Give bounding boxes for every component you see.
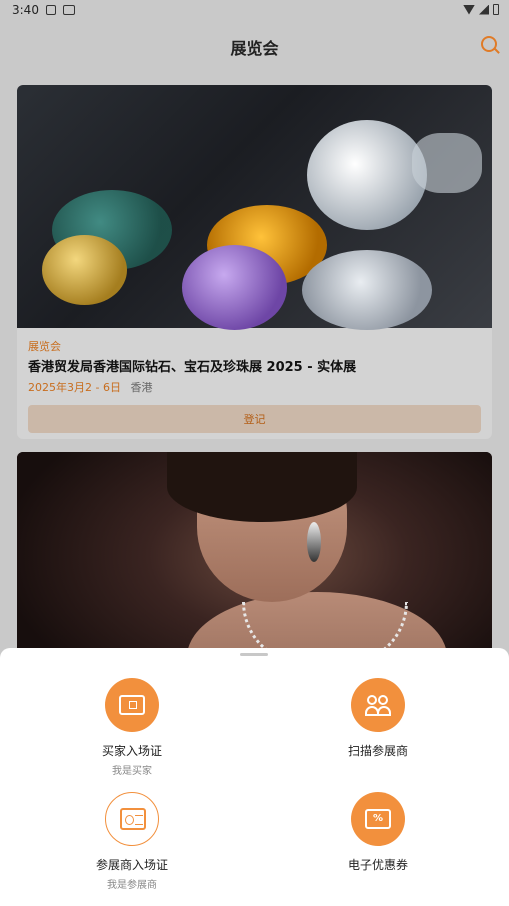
- gem-decoration: [182, 245, 287, 330]
- coupon-icon: %: [365, 809, 391, 829]
- notification-icon: [46, 5, 56, 15]
- action-label: 扫描参展商: [347, 744, 408, 758]
- gem-decoration: [42, 235, 127, 305]
- signal-icon: [479, 4, 489, 15]
- event-date: 2025年3月2 - 6日: [28, 381, 121, 394]
- badge-icon: [120, 808, 146, 830]
- ticket-qr-icon: [119, 695, 145, 715]
- gem-decoration: [307, 120, 427, 230]
- battery-icon: [493, 4, 499, 15]
- buyer-badge-action[interactable]: 买家入场证 我是买家: [52, 678, 212, 777]
- action-sublabel: 我是买家: [112, 766, 152, 777]
- event-image: [17, 85, 492, 330]
- status-icons: [463, 4, 499, 15]
- tweezers-decoration: [412, 133, 482, 193]
- action-icon-circle: [105, 678, 159, 732]
- exhibitor-badge-action[interactable]: 参展商入场证 我是参展商: [52, 792, 212, 891]
- action-icon-circle: %: [351, 792, 405, 846]
- action-label: 电子优惠券: [347, 858, 408, 872]
- action-icon-circle: [351, 678, 405, 732]
- drag-handle[interactable]: [240, 653, 268, 656]
- people-icon: [365, 694, 391, 716]
- status-time: 3:40: [12, 3, 39, 17]
- action-label: 买家入场证: [101, 744, 162, 758]
- search-icon[interactable]: [481, 36, 497, 52]
- bottom-sheet: 买家入场证 我是买家 扫描参展商 参展商入场证 我是参展商 % 电子优惠券: [0, 648, 509, 906]
- register-button[interactable]: 登记: [28, 405, 481, 433]
- action-sublabel: 我是参展商: [107, 880, 157, 891]
- page-title: 展览会: [230, 39, 279, 58]
- event-meta: 2025年3月2 - 6日 香港: [28, 379, 481, 395]
- action-icon-circle: [105, 792, 159, 846]
- event-tag: 展览会: [28, 340, 61, 353]
- earring-decoration: [307, 522, 321, 562]
- gmail-icon: [63, 5, 75, 15]
- wifi-icon: [463, 4, 475, 15]
- action-label: 参展商入场证: [95, 858, 168, 872]
- event-card[interactable]: 展览会 香港贸发局香港国际钻石、宝石及珍珠展 2025 - 实体展 2025年3…: [17, 85, 492, 439]
- e-coupon-action[interactable]: % 电子优惠券: [298, 792, 458, 873]
- event-info: 展览会 香港贸发局香港国际钻石、宝石及珍珠展 2025 - 实体展 2025年3…: [17, 328, 492, 433]
- scan-exhibitor-action[interactable]: 扫描参展商: [298, 678, 458, 759]
- event-title: 香港贸发局香港国际钻石、宝石及珍珠展 2025 - 实体展: [28, 360, 357, 375]
- model-hair: [167, 452, 357, 522]
- event-location: 香港: [130, 381, 153, 394]
- app-header: 展览会: [0, 22, 509, 68]
- status-bar: 3:40: [0, 0, 509, 22]
- gem-decoration: [302, 250, 432, 330]
